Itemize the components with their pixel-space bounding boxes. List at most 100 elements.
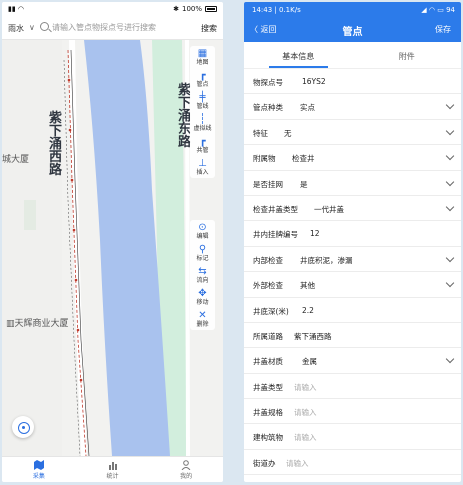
chevron-down-icon[interactable] (445, 101, 455, 110)
status-right: ✱ 100% (173, 5, 217, 13)
tab-attachments[interactable]: 附件 (353, 42, 462, 68)
chevron-down-icon[interactable]: ∨ (29, 23, 35, 32)
tab-collect[interactable]: 采集 (2, 457, 76, 482)
user-icon (181, 459, 191, 470)
form-row[interactable]: 所属道路 紫下涌西路 (244, 323, 461, 349)
building-label-2: ▥天辉商业大厦 (6, 319, 69, 329)
tool-map[interactable]: ▦ 地图 (190, 46, 215, 68)
field-input[interactable]: 请输入 (294, 382, 317, 393)
region-select[interactable]: 雨水 (8, 23, 24, 34)
form-row[interactable]: 附属物 检查井 (244, 145, 461, 171)
insert-icon: ⊥ (198, 157, 207, 169)
tool-pipe-line[interactable]: ╪ 管线 (190, 90, 215, 112)
form-row[interactable]: 检查井盖类型 一代井盖 (244, 196, 461, 222)
map-toolbar-top: ▦ 地图 ┏ 管点 ╪ 管线 ┆ 虚拟线 ┏ 共管 ⊥ 插入 (190, 46, 215, 178)
form-row[interactable]: 物探点号 16YS2 (244, 69, 461, 95)
form-row[interactable]: 井盖类型 请输入 (244, 374, 461, 400)
edit-icon: ⊙ (198, 221, 207, 233)
field-value[interactable]: 井底积泥，渗漏 (300, 255, 353, 266)
map-fold-icon (33, 459, 44, 470)
bottom-tab-bar: 采集 统计 我的 (2, 456, 223, 482)
field-label: 街道办 (253, 458, 276, 468)
search-button[interactable]: 搜索 (201, 23, 217, 34)
status-left: 14:43 | 0.1K/s (252, 6, 301, 14)
attribute-form: 物探点号 16YS2 管点种类 实点 特征 无附属物 检查井 是否挂网 是检查井盖类型 一代井盖井… (244, 69, 461, 476)
field-input[interactable]: 请输入 (294, 432, 317, 443)
form-row[interactable]: 建构筑物 请输入 (244, 424, 461, 450)
chevron-down-icon[interactable] (445, 278, 455, 288)
shared-pipe-icon: ┏ (199, 135, 206, 147)
form-row[interactable]: 外部检查 其他 (244, 272, 461, 298)
battery-icon (205, 6, 217, 12)
map-icon: ▦ (197, 47, 208, 59)
field-label: 所属道路 (253, 331, 283, 341)
flow-icon: ⇆ (198, 265, 207, 277)
tool-delete[interactable]: ✕ 删除 (190, 308, 215, 330)
virtual-line-icon: ┆ (199, 113, 206, 125)
field-label: 内部检查 (253, 255, 283, 265)
tool-move[interactable]: ✥ 移动 (190, 286, 215, 308)
field-value[interactable]: 一代井盖 (314, 204, 344, 215)
tool-virtual-line[interactable]: ┆ 虚拟线 (190, 112, 215, 134)
bar-chart-icon (108, 461, 117, 470)
chevron-down-icon[interactable] (445, 126, 455, 136)
field-label: 井盖类型 (253, 382, 283, 392)
tab-basic-info[interactable]: 基本信息 (244, 42, 353, 68)
building-icon: ▥ (6, 319, 15, 329)
field-label: 物探点号 (253, 78, 283, 87)
field-input[interactable]: 请输入 (286, 458, 309, 469)
form-row[interactable]: 井盖规格 请输入 (244, 399, 461, 425)
field-input[interactable]: 请输入 (294, 407, 317, 418)
tool-flow[interactable]: ⇆ 流向 (190, 264, 215, 286)
segment-tabs: 基本信息 附件 (244, 42, 461, 69)
app-header: 14:43 | 0.1K/s ◢ ◠ ▭ 94 〈 返回 管点 保存 (244, 2, 461, 42)
form-screen: 14:43 | 0.1K/s ◢ ◠ ▭ 94 〈 返回 管点 保存 基本信息 … (244, 2, 461, 482)
signal-icon: ▮▮ ◠ (8, 5, 25, 13)
field-value[interactable]: 12 (310, 229, 320, 238)
tab-stats[interactable]: 统计 (76, 457, 150, 482)
form-row[interactable]: 街道办 请输入 (244, 450, 461, 476)
chevron-down-icon[interactable] (445, 151, 455, 161)
field-label: 管点种类 (253, 103, 283, 113)
chevron-down-icon[interactable] (445, 355, 455, 364)
field-value[interactable]: 紫下涌西路 (294, 331, 332, 342)
chevron-down-icon[interactable] (445, 202, 455, 212)
tool-insert[interactable]: ⊥ 插入 (190, 156, 215, 178)
field-value[interactable]: 无 (284, 128, 292, 139)
tool-edit[interactable]: ⊙ 编辑 (190, 220, 215, 242)
status-right: ◢ ◠ ▭ 94 (421, 6, 455, 14)
building-label-1: 城大厦 (2, 155, 30, 165)
field-value[interactable]: 金属 (302, 356, 317, 367)
search-icon (40, 22, 49, 31)
road-label-west: 紫下涌西路 (49, 111, 63, 178)
field-value[interactable]: 其他 (300, 280, 315, 291)
tool-shared-pipe[interactable]: ┏ 共管 (190, 134, 215, 156)
field-label: 是否挂网 (253, 179, 283, 189)
form-row[interactable]: 井内挂牌编号 12 (244, 221, 461, 247)
field-label: 外部检查 (253, 281, 283, 291)
form-row[interactable]: 内部检查 井底积泥，渗漏 (244, 247, 461, 273)
form-row[interactable]: 特征 无 (244, 120, 461, 146)
form-row[interactable]: 是否挂网 是 (244, 171, 461, 196)
search-bar: 雨水 ∨ 搜索 (2, 16, 223, 40)
save-button[interactable]: 保存 (435, 24, 451, 35)
chevron-down-icon[interactable] (445, 177, 455, 186)
form-row[interactable]: 管点种类 实点 (244, 94, 461, 120)
tool-pipe-point[interactable]: ┏ 管点 (190, 68, 215, 90)
field-value[interactable]: 检查井 (292, 153, 315, 164)
form-row[interactable]: 井底深(米) 2.2 (244, 298, 461, 323)
field-value[interactable]: 是 (300, 179, 308, 190)
locate-button[interactable] (12, 416, 34, 438)
status-bar: ▮▮ ◠ ✱ 100% (2, 2, 223, 16)
delete-icon: ✕ (198, 309, 207, 321)
battery-percent: 100% (181, 5, 202, 13)
search-input[interactable] (52, 21, 192, 34)
field-value[interactable]: 2.2 (302, 306, 314, 315)
field-value[interactable]: 实点 (300, 102, 315, 113)
field-value[interactable]: 16YS2 (302, 77, 326, 86)
field-label: 建构筑物 (253, 433, 283, 443)
tab-mine[interactable]: 我的 (149, 457, 223, 482)
chevron-down-icon[interactable] (445, 253, 455, 262)
form-row[interactable]: 井盖材质 金属 (244, 348, 461, 374)
tool-mark[interactable]: ⚲ 标记 (190, 242, 215, 264)
